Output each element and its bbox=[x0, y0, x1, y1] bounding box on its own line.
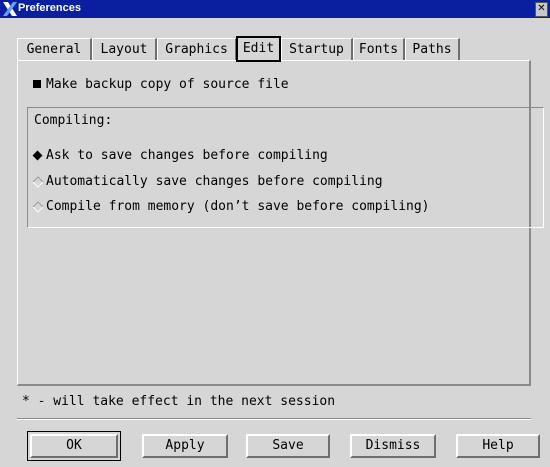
tab-general[interactable]: General bbox=[17, 38, 92, 60]
radio-ask-to-save[interactable]: Ask to save changes before compiling bbox=[32, 147, 328, 165]
tab-fonts[interactable]: Fonts bbox=[353, 38, 405, 60]
backup-checkbox-label: Make backup copy of source file bbox=[46, 77, 289, 92]
save-button[interactable]: Save bbox=[246, 434, 330, 458]
footer-note: * - will take effect in the next session bbox=[22, 394, 336, 409]
title-bar[interactable]: Preferences ✕ bbox=[0, 0, 550, 18]
tab-graphics[interactable]: Graphics bbox=[157, 38, 237, 60]
divider bbox=[17, 418, 531, 420]
tab-startup[interactable]: Startup bbox=[281, 38, 353, 60]
compiling-group-title: Compiling: bbox=[34, 113, 113, 128]
radio-label: Compile from memory (don’t save before c… bbox=[46, 199, 430, 214]
radio-auto-save[interactable]: Automatically save changes before compil… bbox=[32, 173, 383, 191]
ok-button[interactable]: OK bbox=[27, 431, 121, 461]
window-title: Preferences bbox=[18, 2, 81, 14]
dismiss-button[interactable]: Dismiss bbox=[350, 434, 436, 458]
apply-button[interactable]: Apply bbox=[142, 434, 228, 458]
radio-label: Automatically save changes before compil… bbox=[46, 174, 383, 189]
tab-paths[interactable]: Paths bbox=[405, 38, 460, 60]
radio-label: Ask to save changes before compiling bbox=[46, 148, 328, 163]
close-icon[interactable]: ✕ bbox=[535, 2, 548, 17]
tab-edit[interactable]: Edit bbox=[236, 36, 281, 62]
checkbox-indicator[interactable] bbox=[33, 80, 41, 88]
radio-compile-from-memory[interactable]: Compile from memory (don’t save before c… bbox=[32, 198, 430, 216]
backup-checkbox[interactable]: Make backup copy of source file bbox=[33, 76, 289, 94]
help-button[interactable]: Help bbox=[456, 434, 540, 458]
tab-layout[interactable]: Layout bbox=[92, 38, 157, 60]
x-logo-icon bbox=[3, 2, 17, 16]
